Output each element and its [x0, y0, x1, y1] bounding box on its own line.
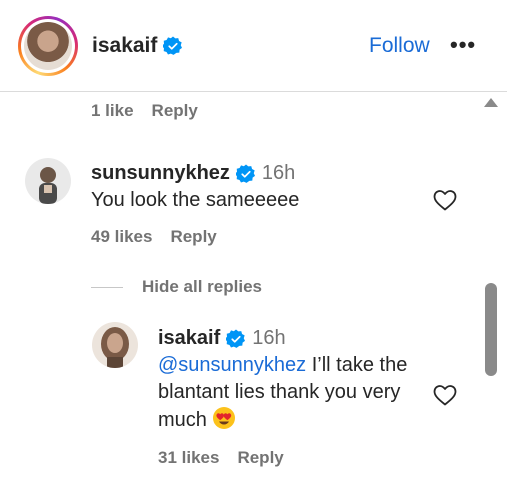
reply-meta: 31 likes Reply	[158, 448, 284, 468]
reply-text: @sunsunnykhez I’ll take the blantant lie…	[158, 352, 428, 434]
heart-icon[interactable]	[432, 383, 458, 407]
reply-likes[interactable]: 31 likes	[158, 448, 219, 468]
verified-badge-icon	[226, 329, 246, 348]
avatar-image	[24, 22, 72, 70]
scrollbar-thumb[interactable]	[485, 283, 497, 376]
reply-username[interactable]: isakaif 16h	[158, 327, 286, 350]
replies-divider	[91, 287, 123, 288]
reply-username-label[interactable]: isakaif	[158, 327, 220, 350]
avatar-ring-inner	[21, 19, 75, 73]
prev-comment-likes[interactable]: 1 like	[91, 101, 134, 121]
heart-icon[interactable]	[432, 188, 458, 212]
profile-avatar[interactable]	[18, 16, 78, 76]
reply-reply-button[interactable]: Reply	[237, 448, 283, 468]
follow-button[interactable]: Follow	[369, 34, 430, 58]
comment-username[interactable]: sunsunnykhez 16h	[91, 162, 295, 185]
reply-timestamp: 16h	[252, 327, 286, 349]
reply-mention-link[interactable]: @sunsunnykhez	[158, 354, 306, 376]
header-username[interactable]: isakaif	[92, 34, 183, 58]
comment-username-label[interactable]: sunsunnykhez	[91, 162, 230, 185]
reply-text-part3: much	[158, 409, 207, 431]
reply-avatar[interactable]	[92, 322, 138, 368]
heart-eyes-emoji-icon	[213, 407, 236, 429]
hide-replies-button[interactable]: Hide all replies	[142, 277, 262, 297]
reply-text-line2: blantant lies thank you very	[158, 381, 401, 403]
reply-text-line3: much	[158, 406, 428, 434]
scroll-up-arrow-icon[interactable]	[484, 98, 498, 107]
more-options-icon[interactable]: •••	[450, 32, 476, 58]
comment-text: You look the sameeeee	[91, 189, 300, 211]
reply-text-part1: I’ll take the	[306, 354, 408, 376]
verified-badge-icon	[163, 36, 183, 55]
header-username-label[interactable]: isakaif	[92, 34, 157, 58]
post-header: isakaif Follow •••	[0, 0, 507, 92]
prev-comment-meta: 1 like Reply	[91, 101, 198, 121]
reply-avatar-image	[92, 322, 138, 368]
verified-badge-icon	[235, 164, 255, 183]
comment-timestamp: 16h	[261, 162, 296, 184]
comment-reply-button[interactable]: Reply	[170, 227, 216, 247]
reply-text-line1: @sunsunnykhez I’ll take the	[158, 352, 428, 379]
comment-avatar[interactable]	[25, 158, 71, 204]
comment-avatar-image	[25, 158, 71, 204]
comment-likes[interactable]: 49 likes	[91, 227, 152, 247]
comment-meta: 49 likes Reply	[91, 227, 217, 247]
prev-comment-reply-button[interactable]: Reply	[152, 101, 198, 121]
